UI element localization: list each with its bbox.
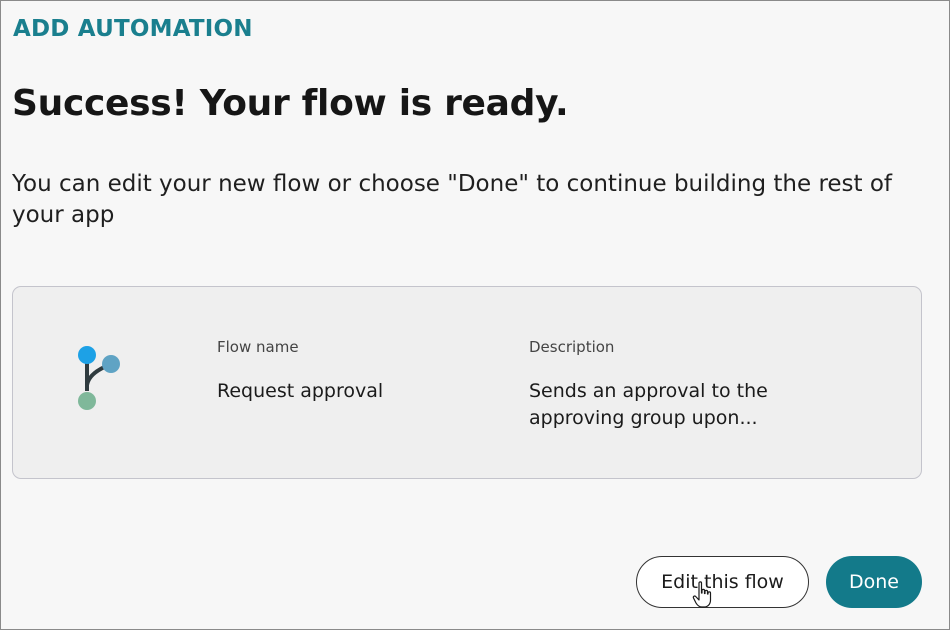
dialog-header: ADD AUTOMATION — [13, 16, 253, 42]
flow-branch-icon — [78, 346, 120, 410]
description-label: Description — [529, 338, 615, 356]
flow-name-value: Request approval — [217, 380, 384, 402]
dialog-subtitle: You can edit your new flow or choose "Do… — [12, 171, 893, 228]
flow-name-label: Flow name — [217, 338, 299, 356]
add-automation-dialog: ADD AUTOMATION Success! Your flow is rea… — [0, 0, 950, 630]
page-title: Success! Your flow is ready. — [12, 83, 569, 124]
edit-flow-button[interactable]: Edit this flow — [636, 556, 809, 608]
hand-pointer-icon — [692, 581, 712, 608]
flow-card: Flow name Request approval Description S… — [12, 286, 922, 479]
done-button[interactable]: Done — [826, 556, 922, 608]
description-value: Sends an approval to the approving group… — [529, 380, 768, 429]
